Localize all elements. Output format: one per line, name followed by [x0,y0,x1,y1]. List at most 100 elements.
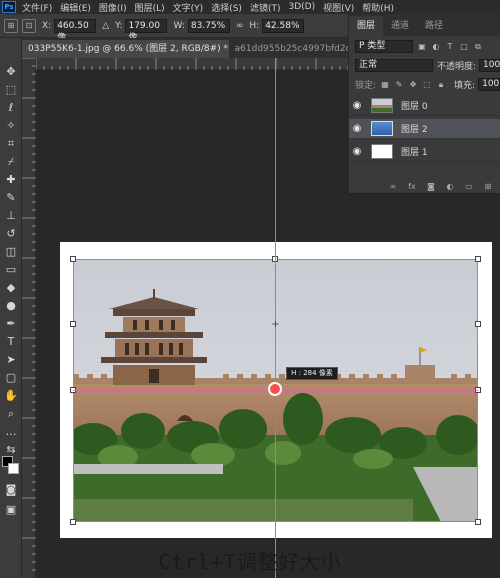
smart-object-filter-icon[interactable]: ⧉ [473,42,483,52]
tab-channels[interactable]: 通道 [383,16,417,36]
layer-name: 图层 1 [401,148,428,158]
document-tab-bar: 033P55K6-1.jpg @ 66.6% (图层 2, RGB/8#) *×… [22,38,352,58]
tab-paths[interactable]: 路径 [417,16,451,36]
adjustment-filter-icon[interactable]: ◐ [431,42,441,52]
x-position-field[interactable]: 460.50 像 [54,18,97,43]
menu-filter[interactable]: 滤镜(T) [250,1,281,14]
lock-position-icon[interactable]: ✥ [408,80,418,90]
quick-mask-icon[interactable]: ◙ [3,482,19,498]
visibility-eye-icon[interactable]: ◉ [349,123,365,134]
transform-mode-icon[interactable]: ⊡ [22,18,36,33]
menu-select[interactable]: 选择(S) [211,1,242,14]
menu-view[interactable]: 视图(V) [323,1,354,14]
y-position-field[interactable]: 179.00 像 [125,18,168,43]
hand-tool-icon[interactable]: ✋ [3,388,19,404]
more-tools-icon[interactable]: … [3,424,19,440]
blur-tool-icon[interactable]: ◆ [3,280,19,296]
layer-search-input[interactable]: P 类型 [355,40,413,53]
move-tool-icon[interactable]: ✥ [3,64,19,80]
lock-artboard-icon[interactable]: ⬚ [422,80,432,90]
shape-filter-icon[interactable]: ▢ [459,42,469,52]
zoom-tool-icon[interactable]: ⌕ [3,406,19,422]
menu-image[interactable]: 图像(I) [99,1,127,14]
layer-row[interactable]: ◉ 图层 1 [349,142,500,162]
crop-tool-icon[interactable]: ⌗ [3,136,19,152]
delta-icon[interactable]: △ [102,21,109,31]
layer-thumbnail [371,121,393,136]
layer-name: 图层 0 [401,102,428,112]
layer-style-icon[interactable]: fx [406,181,418,193]
brush-tool-icon[interactable]: ✎ [3,190,19,206]
adjustment-layer-icon[interactable]: ◐ [444,181,456,193]
shape-tool-icon[interactable]: ▢ [3,370,19,386]
type-filter-icon[interactable]: T [445,42,455,52]
tools-panel: ✥ ⬚ ℓ ✧ ⌗ ⌿ ✚ ✎ ⊥ ↺ ◫ ▭ ◆ ● ✒ T ➤ ▢ ✋ ⌕ … [0,38,22,578]
eraser-tool-icon[interactable]: ◫ [3,244,19,260]
transform-handle-upper-right[interactable] [475,321,481,327]
magic-wand-tool-icon[interactable]: ✧ [3,118,19,134]
menu-type[interactable]: 文字(Y) [173,1,204,14]
layer-row[interactable]: ◉ 图层 0 [349,96,500,116]
menu-3d[interactable]: 3D(D) [288,2,315,12]
x-label: X: [42,20,52,31]
lock-all-icon[interactable]: 🔒︎ [436,80,446,90]
vertical-ruler[interactable] [22,57,36,578]
blend-opacity-row: 正常 不透明度: 100 [349,59,500,72]
menu-help[interactable]: 帮助(H) [362,1,394,14]
transform-handle-upper-left[interactable] [70,321,76,327]
layer-filter-row: P 类型 ▣ ◐ T ▢ ⧉ [349,40,500,53]
link-icon[interactable]: ∞ [236,21,244,31]
ruler-ticks-vertical [22,57,36,571]
transform-center-point-icon[interactable]: + [271,320,280,330]
visibility-eye-icon[interactable]: ◉ [349,146,365,157]
tab-layers[interactable]: 图层 [349,16,384,36]
image-filter-icon[interactable]: ▣ [417,42,427,52]
document-tab-label-2: a61dd955b25c4997bfd2c9 [234,44,352,54]
width-field[interactable]: 83.75% [187,18,230,33]
lock-pixels-icon[interactable]: ✎ [394,80,404,90]
layer-thumbnail [371,144,393,159]
pen-tool-icon[interactable]: ✒ [3,316,19,332]
gradient-tool-icon[interactable]: ▭ [3,262,19,278]
add-mask-icon[interactable]: ◙ [425,181,437,193]
fill-input[interactable]: 100 [478,78,500,91]
menu-layer[interactable]: 图层(L) [135,1,165,14]
menu-file[interactable]: 文件(F) [22,1,52,14]
healing-brush-tool-icon[interactable]: ✚ [3,172,19,188]
new-group-icon[interactable]: ▭ [463,181,475,193]
tutorial-caption: Ctrl+T调整好大小 [158,550,342,574]
layers-panel: 图层 通道 路径 P 类型 ▣ ◐ T ▢ ⧉ 正常 不透明度: 100 锁定:… [348,14,500,194]
new-layer-icon[interactable]: ⊞ [482,181,494,193]
vertical-guide[interactable] [275,58,276,578]
layer-name: 图层 2 [401,125,428,135]
layer-row-selected[interactable]: ◉ 图层 2 [349,119,500,139]
path-selection-tool-icon[interactable]: ➤ [3,352,19,368]
clone-stamp-tool-icon[interactable]: ⊥ [3,208,19,224]
transform-handle-bottom-left[interactable] [70,519,76,525]
reference-point-icon[interactable]: ⊞ [4,18,18,33]
screen-mode-icon[interactable]: ▣ [3,502,19,518]
menu-edit[interactable]: 编辑(E) [60,1,91,14]
height-field[interactable]: 42.58% [262,18,305,33]
transform-handle-top-right[interactable] [475,256,481,262]
transform-handle-top-left[interactable] [70,256,76,262]
layers-panel-footer: ∞ fx ◙ ◐ ▭ ⊞ [349,180,500,194]
type-tool-icon[interactable]: T [3,334,19,350]
lasso-tool-icon[interactable]: ℓ [3,100,19,116]
blend-mode-select[interactable]: 正常 [355,59,433,72]
dodge-tool-icon[interactable]: ● [3,298,19,314]
lock-fill-row: 锁定: ▦ ✎ ✥ ⬚ 🔒︎ 填充: 100 [349,78,500,91]
document-tab-active[interactable]: 033P55K6-1.jpg @ 66.6% (图层 2, RGB/8#) *× [22,40,229,58]
opacity-input[interactable]: 100 [479,59,500,72]
document-tab-inactive[interactable]: a61dd955b25c4997bfd2c9 [229,40,352,58]
document-tab-label: 033P55K6-1.jpg @ 66.6% (图层 2, RGB/8#) * [28,44,229,54]
link-layers-icon[interactable]: ∞ [387,181,399,193]
history-brush-tool-icon[interactable]: ↺ [3,226,19,242]
eyedropper-tool-icon[interactable]: ⌿ [3,154,19,170]
visibility-eye-icon[interactable]: ◉ [349,100,365,111]
background-color-swatch[interactable] [8,463,19,474]
lock-transparency-icon[interactable]: ▦ [380,80,390,90]
size-tooltip: H : 284 像素 [286,367,338,380]
transform-handle-bottom-right[interactable] [475,519,481,525]
marquee-tool-icon[interactable]: ⬚ [3,82,19,98]
